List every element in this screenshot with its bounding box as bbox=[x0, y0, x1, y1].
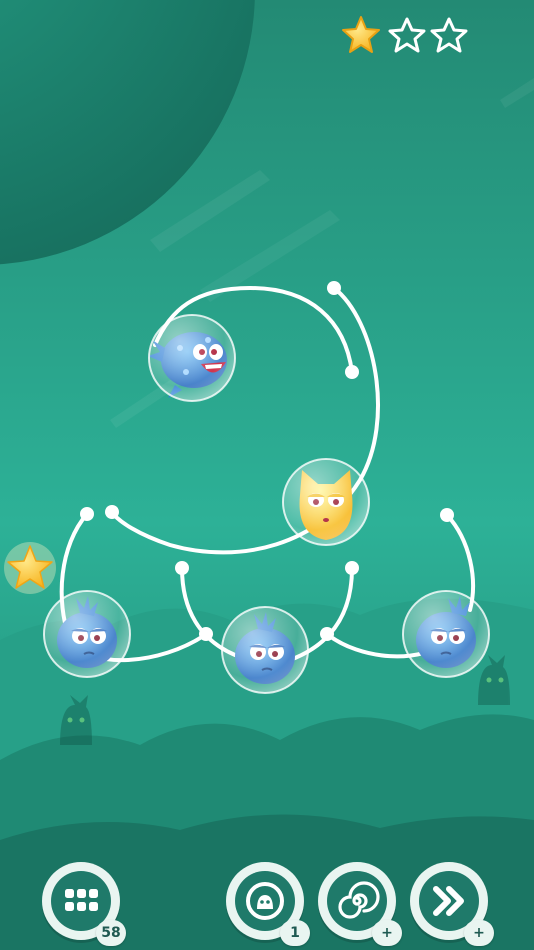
skip-level-button[interactable]: + bbox=[410, 862, 494, 946]
blue-monster-center[interactable] bbox=[221, 606, 309, 694]
bubble bbox=[221, 606, 309, 694]
bubble bbox=[282, 458, 370, 546]
star-rating bbox=[340, 14, 480, 60]
yellow-cat-monster[interactable] bbox=[282, 458, 370, 546]
collectible-star[interactable] bbox=[4, 542, 56, 594]
hint-button[interactable]: 1 bbox=[226, 862, 310, 946]
hint-count-badge: 1 bbox=[280, 920, 310, 946]
star-filled-icon bbox=[342, 16, 380, 53]
blue-monster-left[interactable] bbox=[43, 590, 131, 678]
levels-menu-button[interactable]: 58 bbox=[42, 862, 126, 946]
skip-add-badge[interactable]: + bbox=[464, 920, 494, 946]
star-empty-icon bbox=[388, 17, 426, 53]
slow-motion-add-badge[interactable]: + bbox=[372, 920, 402, 946]
bubble bbox=[43, 590, 131, 678]
levels-count-badge: 58 bbox=[96, 920, 126, 946]
slow-motion-button[interactable]: + bbox=[318, 862, 402, 946]
game-scene bbox=[0, 0, 534, 950]
blue-monster-smiling[interactable] bbox=[148, 314, 236, 402]
bubble bbox=[402, 590, 490, 678]
star-empty-icon bbox=[430, 17, 468, 53]
bubble bbox=[148, 314, 236, 402]
blue-monster-right[interactable] bbox=[402, 590, 490, 678]
